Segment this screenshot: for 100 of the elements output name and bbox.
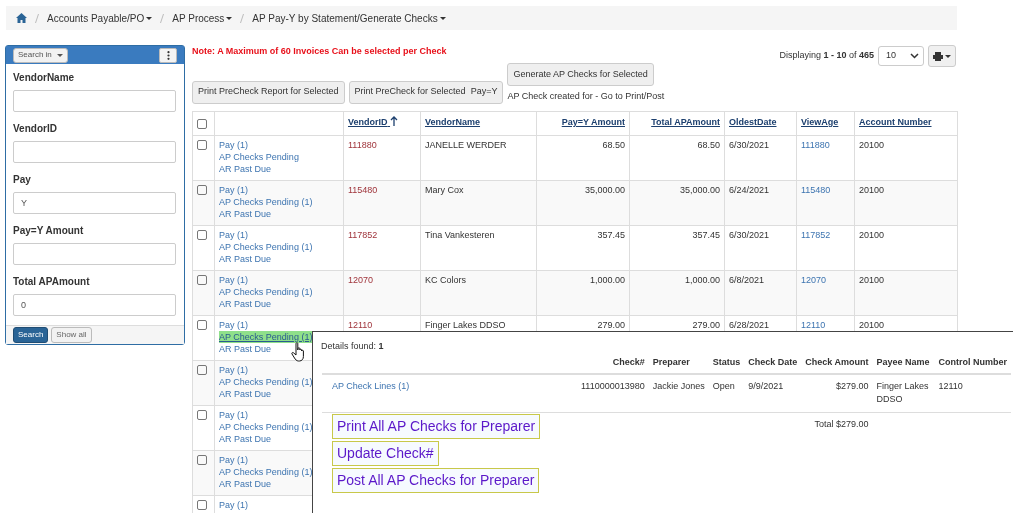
row-link[interactable]: Pay (1) [219,138,248,151]
caret-icon [56,53,63,57]
print-menu-button[interactable] [928,45,956,67]
check-lines-link[interactable]: AP Check Lines (1) [326,380,410,391]
column-header: Check Date [748,357,798,367]
row-link[interactable]: 115480 [348,184,378,195]
column-header: Control Number [938,357,1007,367]
row-link[interactable]: AP Checks Pending (1) [219,330,313,343]
row-link[interactable]: AP Checks Pending (1) [219,465,313,478]
row-link[interactable]: 111880 [801,139,830,150]
select-all-checkbox[interactable] [197,118,207,129]
row-link[interactable]: AP Checks Pending (1) [219,240,313,253]
table-cell: Jackie Jones [652,380,705,391]
table-cell: 12110 [938,380,963,391]
row-link[interactable]: AR Past Due [219,477,272,490]
row-link[interactable]: 115480 [801,184,831,195]
print-precheck-button[interactable]: Print PreCheck for Selected Pay=Y [348,80,504,104]
row-link[interactable]: Pay (1) [219,228,248,241]
separator-icon [35,13,39,23]
row-link[interactable]: 117852 [801,229,831,240]
row-link[interactable]: AR Past Due [219,162,272,175]
table-cell: 20100 [859,184,885,195]
details-count: Details found: 1 [321,339,385,353]
table-cell: 20100 [859,274,885,285]
row-link[interactable]: 12110 [801,319,826,330]
table-cell: 68.50 [602,139,625,150]
table-cell: 68.50 [697,139,720,150]
table-cell: 6/30/2021 [729,229,770,240]
input-field[interactable] [13,141,176,164]
breadcrumb-link[interactable]: AP Pay-Y by Statement/Generate Checks [252,10,446,26]
update-check-button[interactable]: Update Check# [332,441,439,466]
separator-icon [240,13,245,23]
column-header: Check# [612,357,645,367]
field-label: Pay [13,173,32,188]
row-link[interactable]: AR Past Due [219,207,272,220]
table-cell: Mary Cox [425,184,464,195]
table-cell: 20100 [859,139,885,150]
print-checks-button[interactable]: Print All AP Checks for Preparer [332,414,541,439]
row-link[interactable]: Pay (1) [219,273,248,286]
row-checkbox[interactable] [197,364,207,375]
column-header: Payee Name [876,357,930,367]
table-cell: 20100 [859,319,885,330]
row-checkbox[interactable] [197,499,207,510]
table-cell: 6/30/2021 [729,139,770,150]
search-button[interactable]: Search [13,327,49,344]
printer-icon [933,51,943,61]
row-link[interactable]: AP Checks Pending (1) [219,375,313,388]
row-checkbox[interactable] [197,409,207,420]
row-link[interactable]: AR Past Due [219,252,272,265]
chevron-icon [910,53,919,59]
row-link[interactable]: AP Checks Pending [219,150,299,163]
row-link[interactable]: 117852 [348,229,378,240]
total-text: Total $279.00 [814,418,869,429]
breadcrumb-link[interactable]: AP Process [172,10,233,26]
row-link[interactable]: Pay (1) [219,408,248,421]
table-cell: 9/9/2021 [748,380,784,391]
post-checks-button[interactable]: Post All AP Checks for Preparer [332,468,540,493]
print-precheck-report-button[interactable]: Print PreCheck Report for Selected [192,80,345,104]
table-cell: 1,000.00 [684,274,720,285]
row-checkbox[interactable] [197,139,207,150]
search-in-dropdown[interactable]: Search in [13,47,68,63]
show-all-button[interactable]: Show all [51,327,92,344]
row-link[interactable]: 12110 [348,319,373,330]
table-cell: 35,000.00 [584,184,625,195]
row-link[interactable]: 12070 [801,274,827,285]
more-button[interactable] [159,47,177,63]
row-link[interactable]: AR Past Due [219,432,272,445]
input-field[interactable]: 0 [13,294,176,317]
row-link[interactable]: Pay (1) [219,453,248,466]
row-link[interactable]: Pay (1) [219,363,248,376]
row-link[interactable]: AP Checks Pending (1) [219,285,313,298]
row-checkbox[interactable] [197,319,207,330]
row-link[interactable]: Pay (1) [219,183,248,196]
row-link[interactable]: AR Past Due [219,387,272,400]
kebab-icon [166,50,170,60]
input-field[interactable]: Y [13,192,176,215]
input-field[interactable] [13,90,176,113]
table-cell: 6/8/2021 [729,274,765,285]
note-text: Note: A Maximum of 60 Invoices Can be selected per Check [192,45,447,58]
row-checkbox[interactable] [197,184,207,195]
row-link[interactable]: Pay (1) [219,318,248,331]
row-link[interactable]: AR Past Due [219,297,272,310]
table-cell: Open [712,380,735,391]
row-link[interactable]: Pay (1) [219,498,248,511]
table-cell: 35,000.00 [679,184,720,195]
row-checkbox[interactable] [197,229,207,240]
row-link[interactable]: 111880 [348,139,377,150]
row-link[interactable]: 12070 [348,274,374,285]
row-checkbox[interactable] [197,454,207,465]
input-field[interactable] [13,243,176,266]
table-cell: 6/28/2021 [729,319,770,330]
table-cell: 6/24/2021 [729,184,770,195]
row-link[interactable]: AP Checks Pending (1) [219,195,313,208]
row-link[interactable]: AP Checks Pending (1) [219,420,313,433]
generate-checks-button[interactable]: Generate AP Checks for Selected [507,63,654,86]
row-link[interactable]: AR Past Due [219,342,272,355]
home-icon[interactable] [16,13,27,23]
page-size-select[interactable]: 10 [878,46,924,66]
row-checkbox[interactable] [197,274,207,285]
breadcrumb-link[interactable]: Accounts Payable/PO [47,10,153,26]
